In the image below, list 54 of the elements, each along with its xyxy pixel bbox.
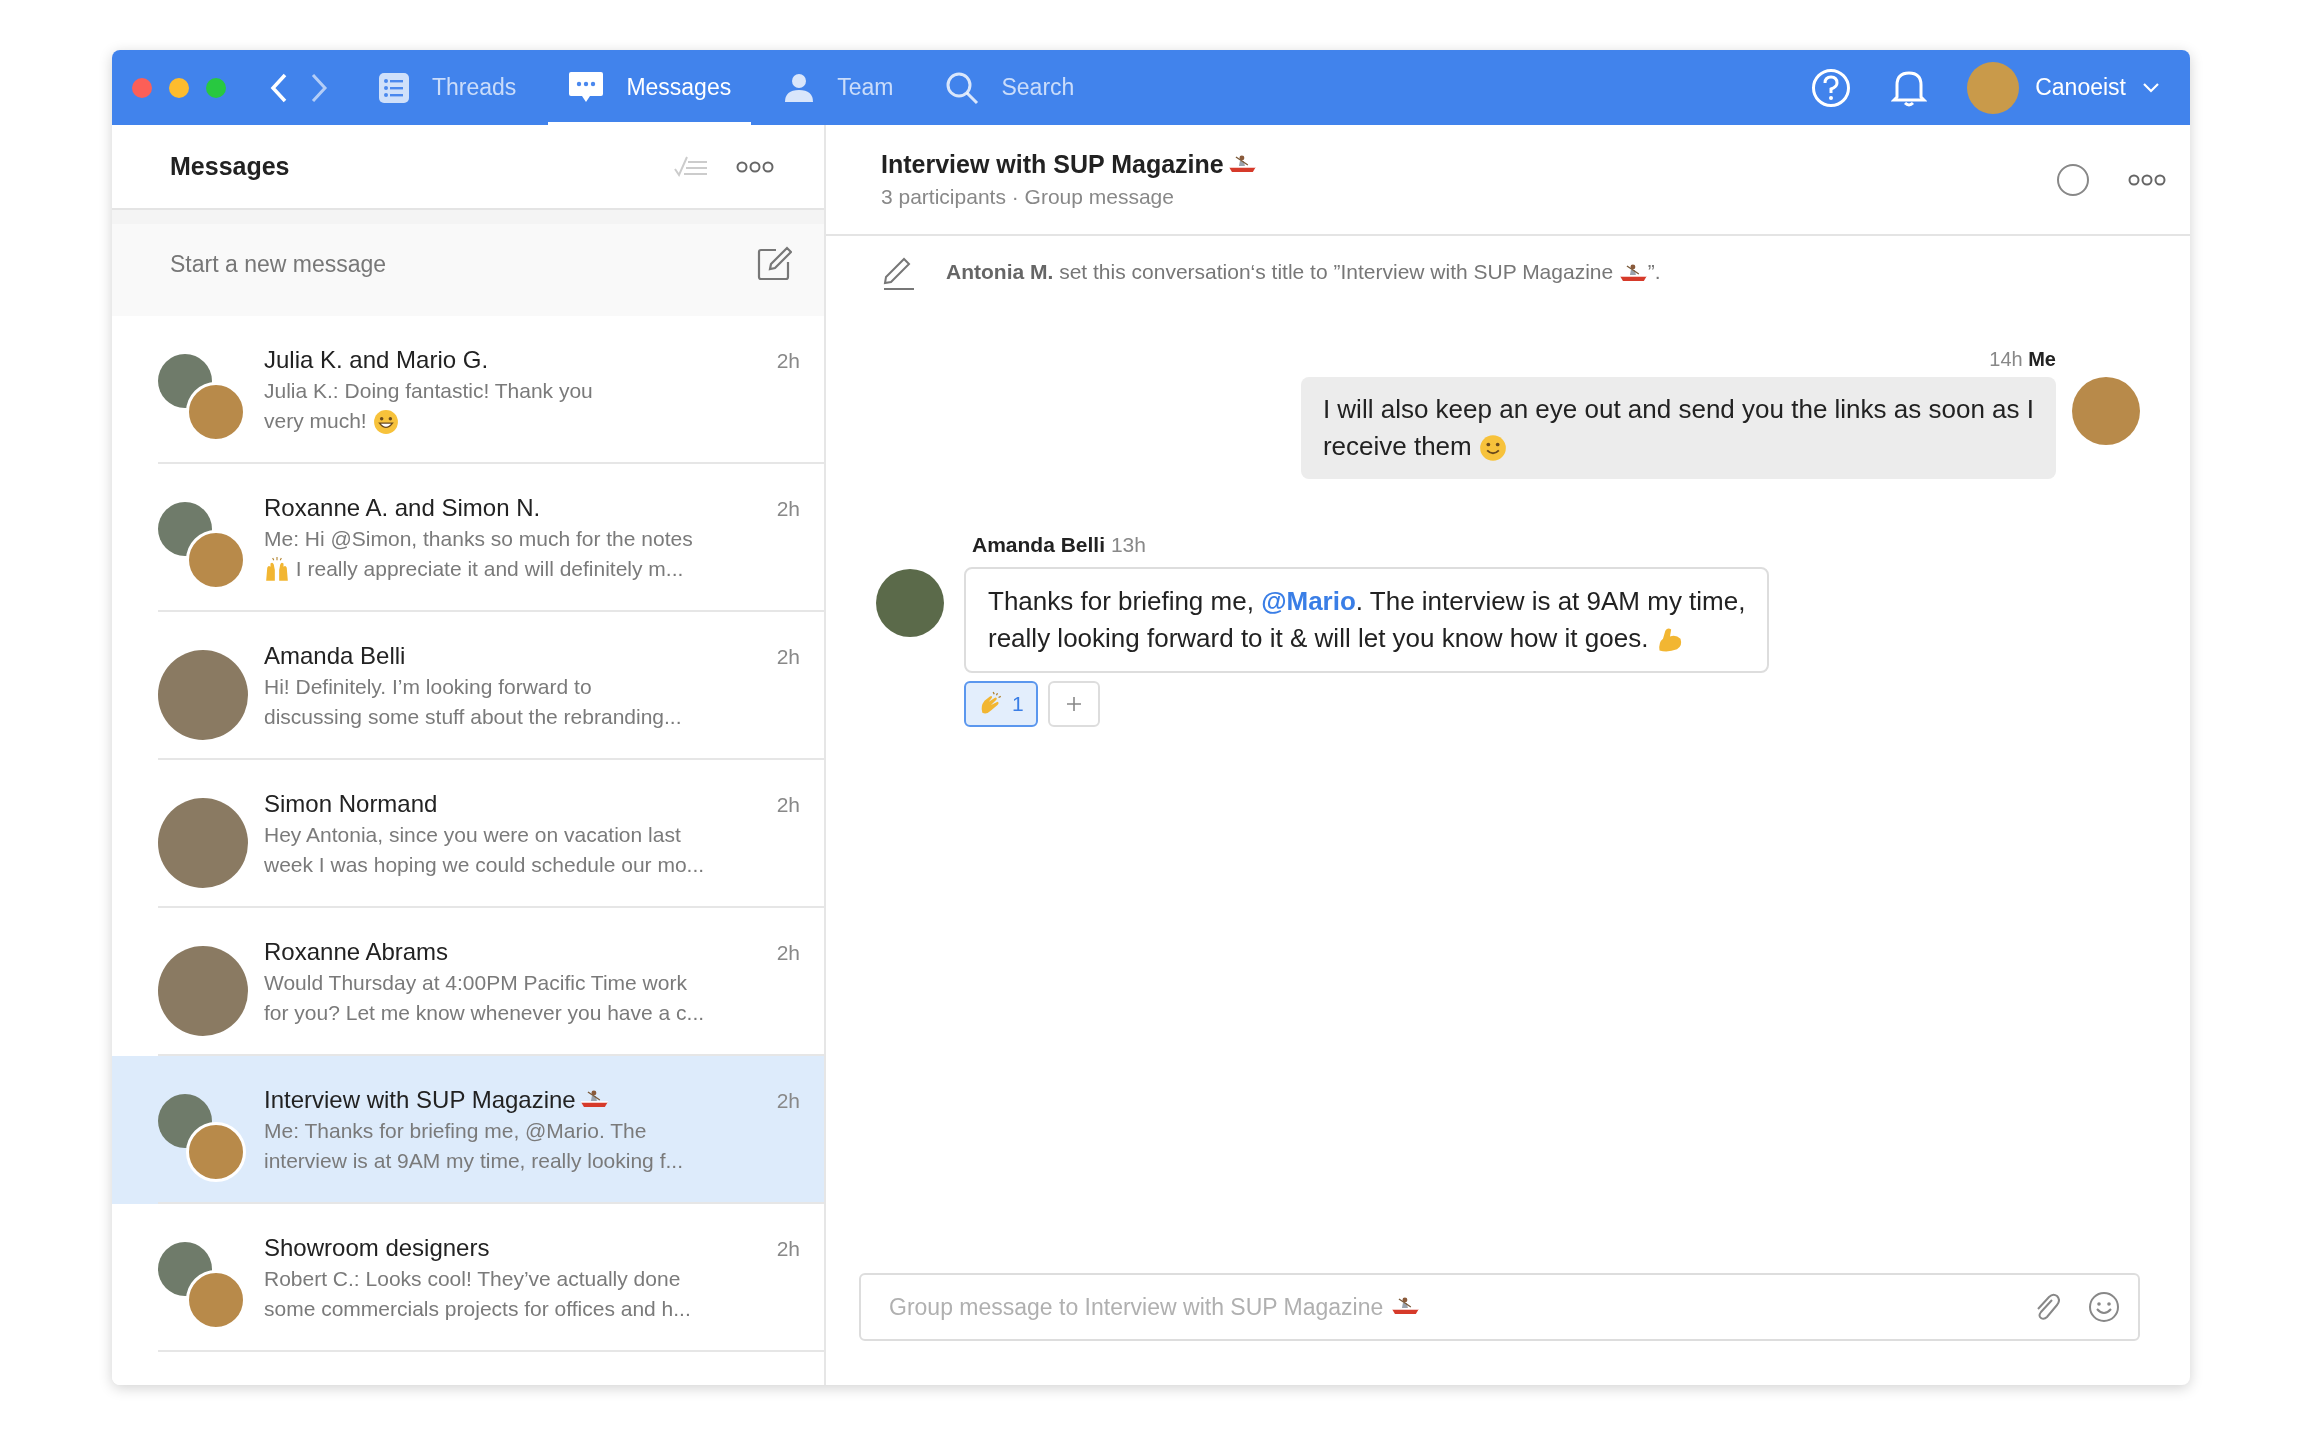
message-bubble: I will also keep an eye out and send you the links as soon as I receive them [1300,377,2056,479]
forward-icon[interactable] [310,72,328,103]
system-message: Antonia M. set this conversation‘s title to ”Interview with SUP Magazine ”. [946,260,1661,286]
conversation-time: 2h [776,349,800,373]
message-preview: Hey Antonia, since you were on vacation last week I was hoping we could schedule our mo... [264,822,706,878]
message-bubble: Thanks for briefing me, @Mario. The interview is at 9AM my time, really looking forward to it & will let you know how it goes. [964,567,1770,673]
conversation-name: Interview with SUP Magazine [264,1086,609,1114]
pencil-icon [882,256,916,290]
conversation-name: Showroom designers [264,1234,490,1262]
message-preview: Hi! Definitely. I’m looking forward to discussing some stuff about the rebranding... [264,674,683,730]
conversation-name: Simon Normand [264,790,438,818]
conversation-subtitle: 3 participants · Group message [881,185,1175,209]
person-icon [783,71,816,104]
raised-hands-icon [264,557,290,584]
compose-icon[interactable] [756,246,792,282]
new-message-field[interactable]: Start a new message [112,210,824,316]
conversation-name: Roxanne Abrams [264,938,449,966]
plus-icon [1065,696,1082,712]
grinning-face-icon [372,409,399,436]
message-preview: Robert C.: Looks cool! They’ve actually done some commercials projects for offices and h... [264,1266,692,1322]
message-preview: Me: Hi @Simon, thanks so much for the notes I really appreciate it and will definitely m... [264,524,804,584]
conversation-name: Julia K. and Mario G. [264,346,489,374]
circle-icon[interactable] [2056,162,2090,197]
back-icon[interactable] [270,72,288,103]
conversation-name: Roxanne A. and Simon N. [264,494,541,522]
conversation-time: 2h [776,645,800,669]
avatar [186,1122,246,1182]
message-field[interactable]: Group message to Interview with SUP Magazine [889,1293,1384,1321]
search-icon [945,70,980,105]
conversation-time: 2h [776,793,800,817]
conversation-name: Amanda Belli [264,642,406,670]
conversation-time: 2h [776,941,800,965]
conversation-item[interactable]: Interview with SUP Magazine 2h Me: Thanks for briefing me, @Mario. The interview is at 9AM my time, really looking f... [112,1056,824,1204]
chevron-down-icon [2142,81,2160,94]
message-preview: Julia K.: Doing fantastic! Thank you very much! [264,376,804,436]
more-icon[interactable] [736,159,774,174]
panel-title: Messages [170,152,291,181]
help-icon[interactable] [1811,67,1852,108]
user-menu[interactable]: Canoeist [1967,61,2160,114]
add-reaction-button[interactable] [1047,681,1100,727]
minimize-button[interactable] [169,77,189,98]
more-icon[interactable] [2128,172,2166,187]
conversation-title: Interview with SUP Magazine [881,150,1257,179]
conversation-time: 2h [776,1237,800,1261]
emoji-icon[interactable] [2088,1291,2120,1323]
message-preview: Me: Thanks for briefing me, @Mario. The interview is at 9AM my time, really looking f... [264,1118,684,1174]
smiling-face-icon [1478,434,1507,463]
mention-link[interactable]: @Mario [1261,586,1356,616]
list-icon [378,71,410,104]
conversation-time: 2h [776,1089,800,1113]
message-meta: 14h Me [1989,348,2056,371]
conversation-time: 2h [776,497,800,521]
message-meta: Amanda Belli 13h [972,533,1147,557]
message-preview: Would Thursday at 4:00PM Pacific Time work for you? Let me know whenever you have a c... [264,970,706,1026]
